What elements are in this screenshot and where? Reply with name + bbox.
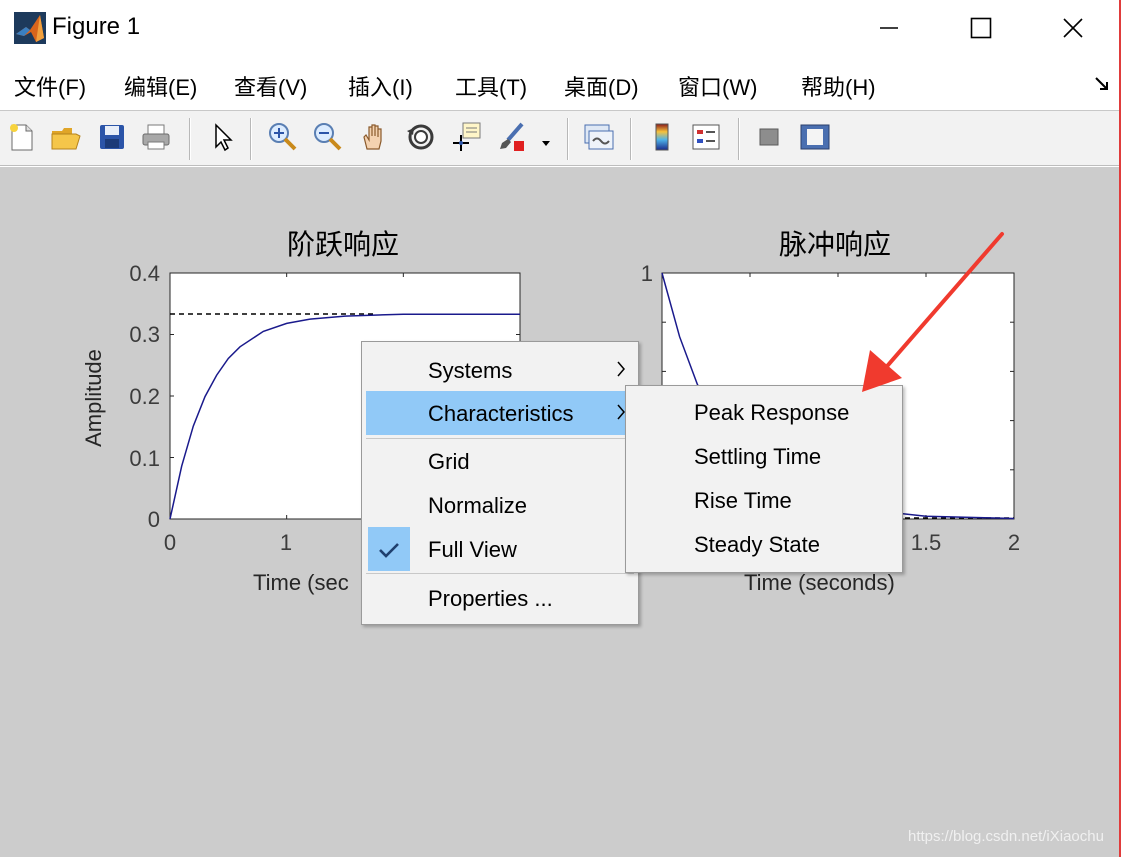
submenu-label: Steady State (694, 532, 820, 557)
toolbar-separator (189, 118, 190, 160)
menu-edit[interactable]: 编辑(E) (124, 70, 197, 102)
insert-colorbar-icon[interactable] (644, 119, 680, 155)
toolbar-separator (630, 118, 631, 160)
menu-desktop[interactable]: 桌面(D) (564, 70, 639, 102)
impulse-xtick-1-5: 1.5 (911, 530, 942, 555)
step-plot-title: 阶跃响应 (287, 229, 399, 260)
step-ytick-0: 0 (148, 507, 160, 532)
menu-help[interactable]: 帮助(H) (801, 70, 876, 102)
step-ytick-3: 0.3 (129, 322, 160, 347)
submenu-item-settling-time[interactable]: Settling Time (630, 434, 898, 478)
step-xtick-0: 0 (164, 530, 176, 555)
toolbar-separator (738, 118, 739, 160)
step-ytick-4: 0.4 (129, 261, 160, 286)
context-menu-label: Systems (428, 358, 513, 383)
watermark: https://blog.csdn.net/iXiaochu (908, 828, 1104, 845)
data-cursor-icon[interactable] (448, 119, 484, 155)
minimize-icon (880, 27, 898, 29)
context-menu-item-systems[interactable]: Systems (366, 348, 634, 392)
context-menu-item-characteristics[interactable]: Characteristics (366, 391, 634, 435)
submenu-label: Peak Response (694, 400, 850, 425)
brush-dropdown-icon[interactable] (541, 135, 551, 153)
show-plot-tools-icon[interactable] (797, 119, 833, 155)
open-file-icon[interactable] (48, 119, 84, 155)
checkmark-icon (379, 543, 399, 558)
print-icon[interactable] (138, 119, 174, 155)
context-menu-item-normalize[interactable]: Normalize (366, 483, 634, 527)
zoom-in-icon[interactable] (265, 119, 301, 155)
minimize-button[interactable] (843, 0, 935, 56)
close-button[interactable] (1027, 0, 1119, 56)
maximize-icon (970, 17, 992, 39)
dock-arrow-icon[interactable] (1094, 76, 1110, 97)
matlab-logo-icon (14, 12, 46, 44)
new-figure-icon[interactable] (4, 119, 40, 155)
context-menu: Systems Characteristics Grid Normalize F… (361, 341, 639, 625)
figure-window: Figure 1 文件(F) 编辑(E) 查看(V) 插入(I) 工具(T) 桌… (0, 0, 1119, 857)
step-ytick-2: 0.2 (129, 384, 160, 409)
pan-icon[interactable] (356, 119, 392, 155)
menu-view[interactable]: 查看(V) (234, 70, 307, 102)
zoom-out-icon[interactable] (310, 119, 346, 155)
window-title: Figure 1 (52, 13, 141, 40)
step-ylabel: Amplitude (81, 349, 106, 447)
context-menu-item-properties[interactable]: Properties ... (366, 576, 634, 620)
impulse-ytick-1: 1 (641, 261, 653, 286)
toolbar-separator (567, 118, 568, 160)
context-menu-label: Properties ... (428, 586, 553, 611)
submenu-arrow-icon (617, 361, 625, 377)
edit-plot-icon[interactable] (205, 119, 241, 155)
impulse-plot-title: 脉冲响应 (779, 229, 891, 260)
step-xtick-1: 1 (280, 530, 292, 555)
toolbar-separator (250, 118, 251, 160)
context-menu-item-full-view[interactable]: Full View (366, 527, 634, 571)
desktop-edge (1121, 0, 1126, 857)
menu-bar: 文件(F) 编辑(E) 查看(V) 插入(I) 工具(T) 桌面(D) 窗口(W… (0, 60, 1119, 110)
characteristics-submenu: Peak Response Settling Time Rise Time St… (625, 385, 903, 573)
menu-window[interactable]: 窗口(W) (678, 70, 757, 102)
maximize-button[interactable] (935, 0, 1027, 56)
submenu-item-rise-time[interactable]: Rise Time (630, 478, 898, 522)
menu-insert[interactable]: 插入(I) (348, 70, 413, 102)
context-menu-label: Normalize (428, 493, 528, 518)
menu-file[interactable]: 文件(F) (14, 70, 86, 102)
save-icon[interactable] (94, 119, 130, 155)
submenu-item-steady-state[interactable]: Steady State (630, 522, 898, 566)
context-menu-label: Characteristics (428, 401, 574, 426)
rotate-3d-icon[interactable] (403, 119, 439, 155)
step-xlabel: Time (sec (253, 570, 349, 595)
title-bar: Figure 1 (0, 0, 1119, 56)
impulse-xlabel: Time (seconds) (744, 570, 895, 595)
impulse-xtick-2: 2 (1008, 530, 1020, 555)
insert-legend-icon[interactable] (688, 119, 724, 155)
submenu-item-peak-response[interactable]: Peak Response (630, 390, 898, 434)
close-icon (1063, 18, 1083, 38)
menu-tools[interactable]: 工具(T) (455, 70, 527, 102)
submenu-label: Settling Time (694, 444, 822, 469)
context-menu-label: Grid (428, 449, 470, 474)
step-ytick-1: 0.1 (129, 446, 160, 471)
context-menu-item-grid[interactable]: Grid (366, 439, 634, 483)
context-menu-divider (366, 573, 634, 574)
toolbar (0, 111, 1119, 166)
brush-icon[interactable] (494, 119, 530, 155)
context-menu-label: Full View (428, 537, 517, 562)
link-plot-icon[interactable] (580, 119, 616, 155)
hide-plot-tools-icon[interactable] (751, 119, 787, 155)
submenu-label: Rise Time (694, 488, 792, 513)
